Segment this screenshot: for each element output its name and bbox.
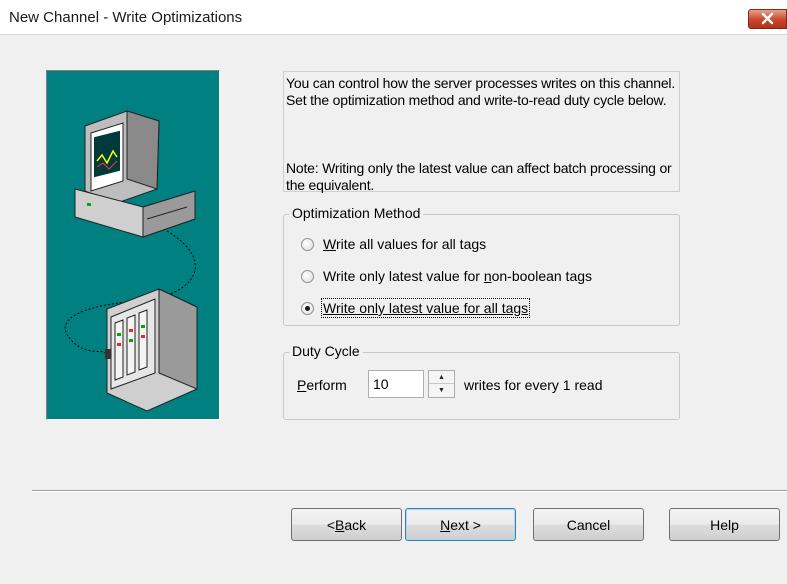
description-box: You can control how the server processes… (283, 71, 680, 193)
radio-write-all-values[interactable]: Write all values for all tags (301, 234, 486, 254)
description-text: You can control how the server processes… (286, 75, 676, 108)
writes-suffix-label: writes for every 1 read (464, 377, 603, 393)
radio-write-latest-all-tags[interactable]: Write only latest value for all tags (301, 298, 531, 318)
radio-label: Write only latest value for all tags (320, 298, 531, 318)
writes-per-read-spinner[interactable]: ▲ ▼ (428, 370, 455, 398)
next-button[interactable]: Next > (405, 508, 516, 541)
computer-to-device-connection-illustration (64, 110, 198, 412)
radio-label: Write all values for all tags (323, 236, 487, 252)
spin-down-button[interactable]: ▼ (429, 384, 454, 397)
radio-button[interactable] (301, 237, 314, 251)
window-title: New Channel - Write Optimizations (9, 9, 243, 26)
arrow-down-icon: ▼ (438, 387, 445, 394)
title-bar: New Channel - Write Optimizations (0, 0, 787, 35)
close-button[interactable] (748, 9, 787, 29)
back-button[interactable]: < Back (291, 508, 402, 541)
radio-label: Write only latest value for non-boolean … (323, 268, 593, 284)
radio-write-latest-non-boolean[interactable]: Write only latest value for non-boolean … (301, 266, 592, 286)
note-text: Note: Writing only the latest value can … (286, 160, 672, 193)
arrow-up-icon: ▲ (438, 373, 445, 381)
help-button[interactable]: Help (669, 508, 780, 541)
radio-button[interactable] (301, 269, 314, 283)
close-icon (761, 12, 774, 25)
writes-per-read-input[interactable] (368, 370, 424, 398)
button-separator (32, 490, 787, 492)
optimization-method-group: Optimization Method Write all values for… (283, 205, 680, 326)
perform-label: Perform (297, 377, 347, 393)
wizard-illustration (46, 70, 220, 420)
spin-up-button[interactable]: ▲ (429, 371, 454, 384)
duty-cycle-title: Duty Cycle (289, 343, 363, 359)
cancel-button[interactable]: Cancel (533, 508, 644, 541)
radio-button-selected[interactable] (301, 301, 314, 315)
optimization-method-title: Optimization Method (289, 205, 424, 221)
